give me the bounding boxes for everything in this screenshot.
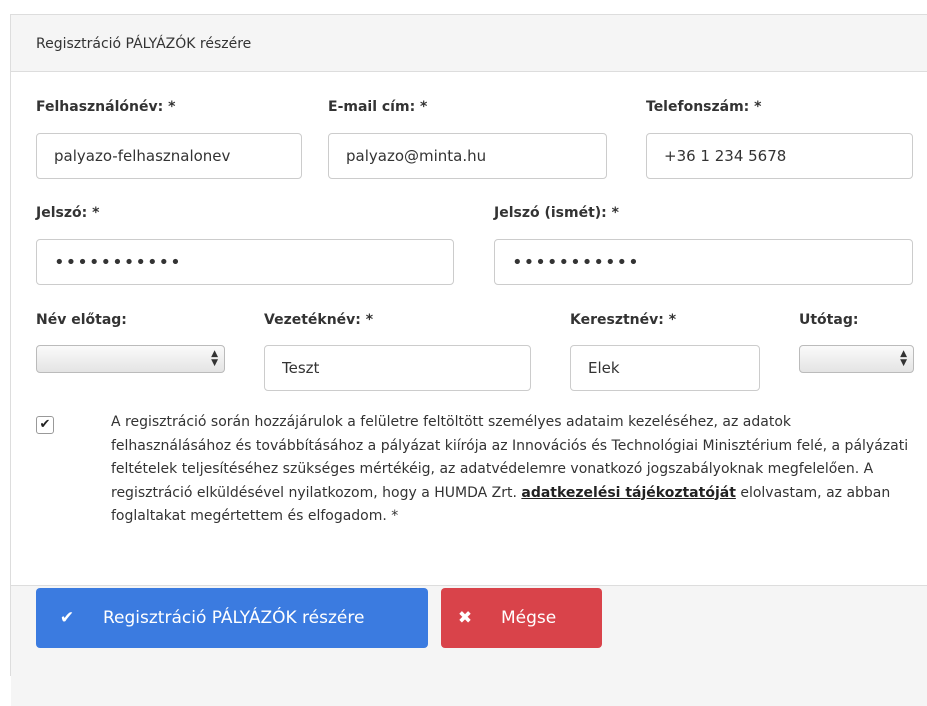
username-label: Felhasználónév: *	[36, 99, 176, 115]
password-again-label: Jelszó (ismét): *	[494, 205, 619, 221]
consent-text: A regisztráció során hozzájárulok a felü…	[111, 411, 911, 529]
last-name-label: Vezetéknév: *	[264, 312, 374, 328]
name-prefix-label: Név előtag:	[36, 312, 127, 328]
name-suffix-select[interactable]: ▲ ▼	[799, 345, 914, 373]
close-icon: ✖	[457, 608, 473, 628]
first-name-input[interactable]	[570, 345, 760, 391]
password-input[interactable]	[36, 239, 454, 285]
password-again-input[interactable]	[494, 239, 913, 285]
cancel-button[interactable]: ✖ Mégse	[441, 588, 602, 648]
email-input[interactable]	[328, 133, 607, 179]
check-icon: ✔	[59, 608, 75, 628]
register-button[interactable]: ✔ Regisztráció PÁLYÁZÓK részére	[36, 588, 428, 648]
phone-input[interactable]	[646, 133, 913, 179]
register-button-label: Regisztráció PÁLYÁZÓK részére	[103, 608, 365, 628]
password-label: Jelszó: *	[36, 205, 100, 221]
last-name-input[interactable]	[264, 345, 531, 391]
checkmark-icon: ✔	[39, 417, 51, 432]
panel-heading: Regisztráció PÁLYÁZÓK részére	[11, 15, 927, 72]
cancel-button-label: Mégse	[501, 608, 557, 628]
email-label: E-mail cím: *	[328, 99, 428, 115]
privacy-policy-link[interactable]: adatkezelési tájékoztatóját	[521, 485, 736, 501]
name-suffix-label: Utótag:	[799, 312, 859, 328]
select-arrows-icon: ▲ ▼	[211, 349, 218, 368]
panel-title: Regisztráció PÁLYÁZÓK részére	[36, 36, 252, 52]
username-input[interactable]	[36, 133, 302, 179]
consent-checkbox[interactable]: ✔	[36, 416, 54, 434]
first-name-label: Keresztnév: *	[570, 312, 677, 328]
name-prefix-select[interactable]: ▲ ▼	[36, 345, 225, 373]
select-arrows-icon: ▲ ▼	[900, 349, 907, 368]
phone-label: Telefonszám: *	[646, 99, 762, 115]
